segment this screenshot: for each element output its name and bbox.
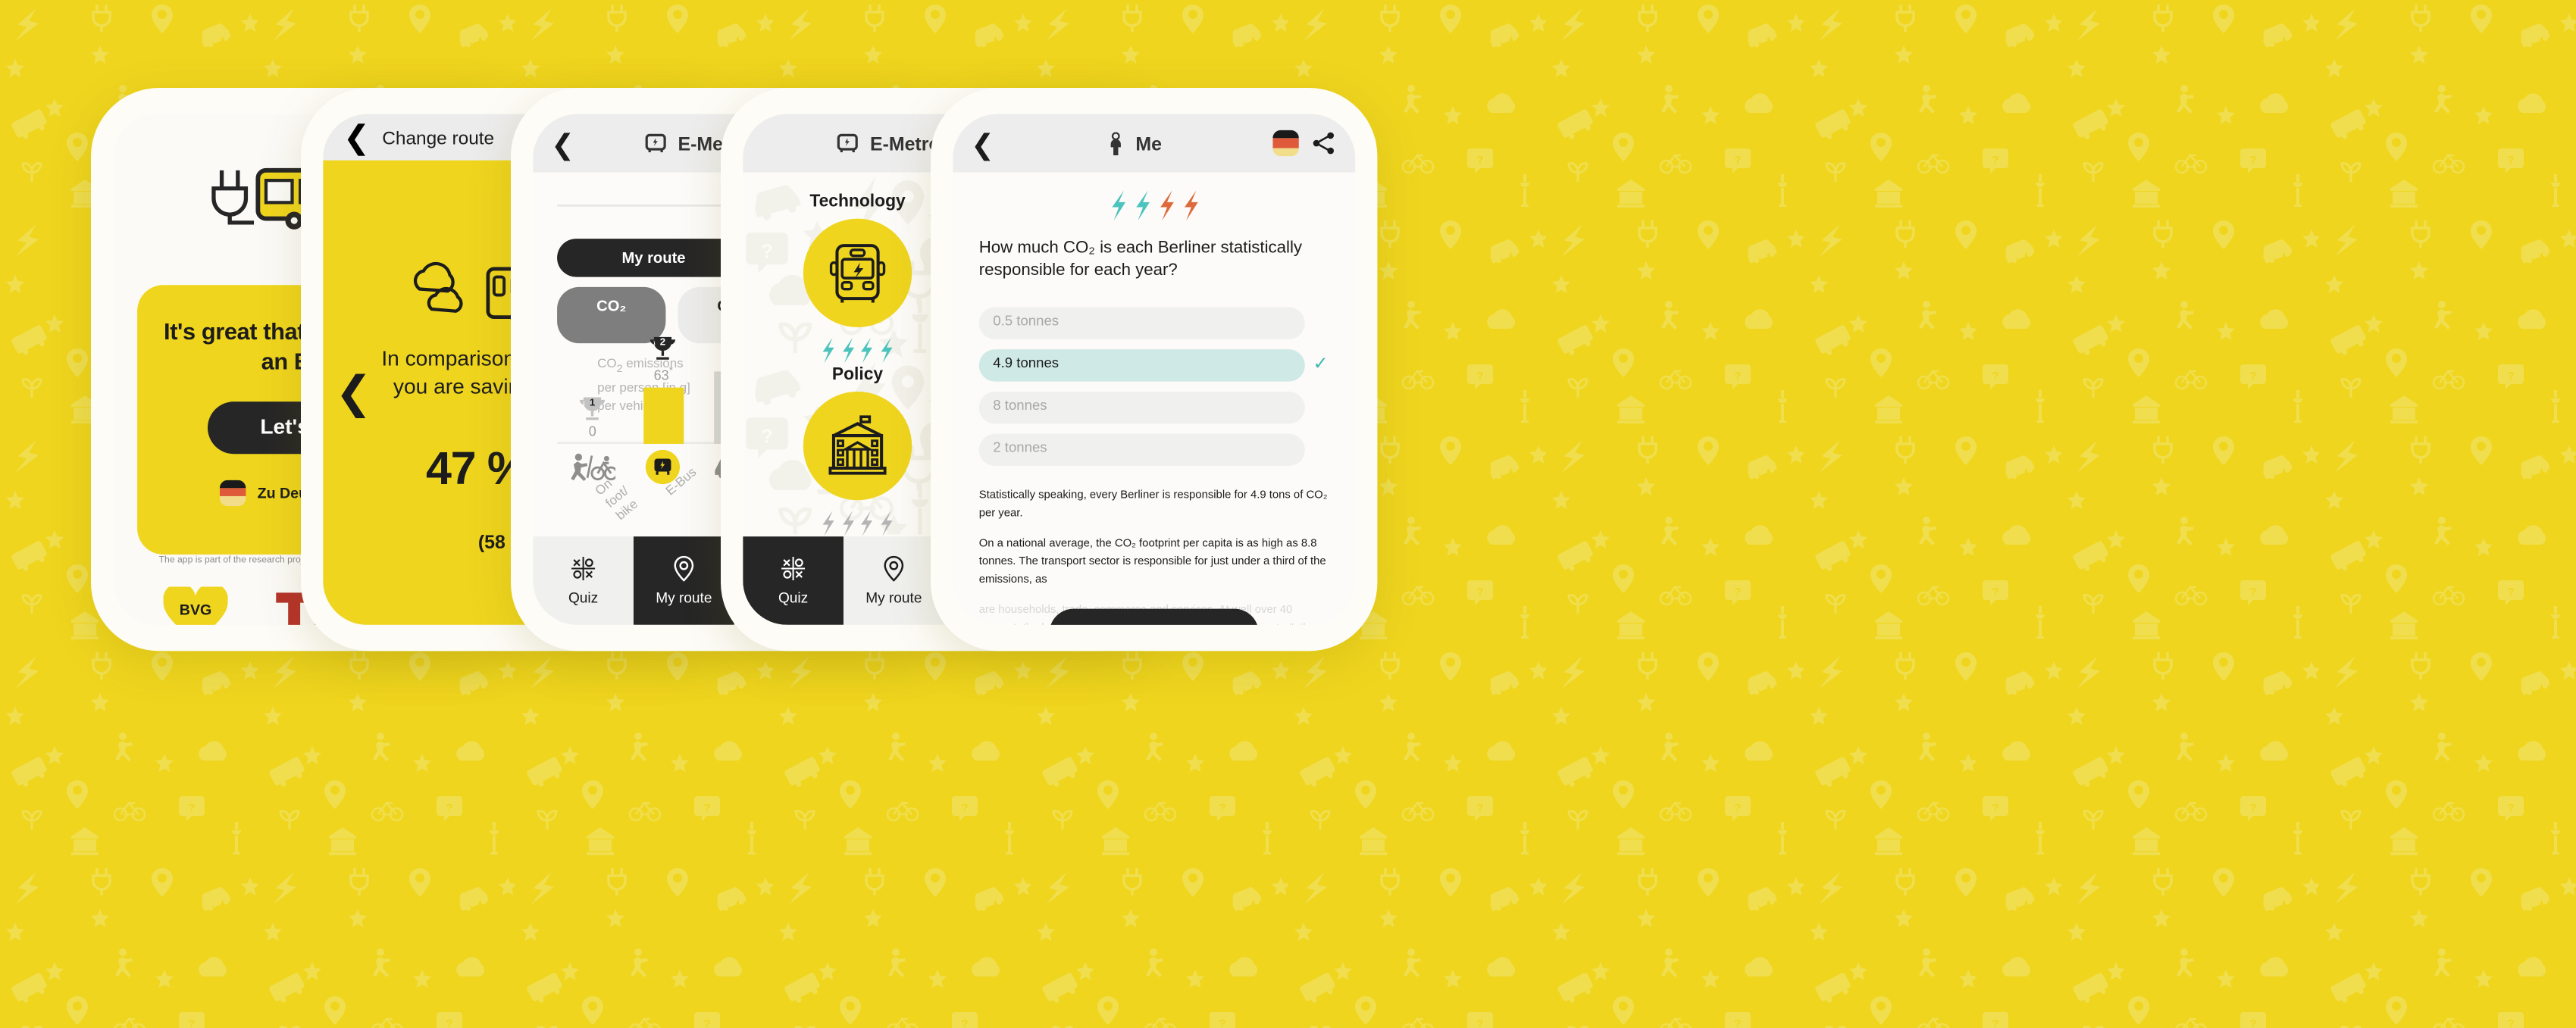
e-bus-icon — [645, 133, 666, 152]
bolt-filled-teal — [823, 337, 835, 364]
bolt-filled-orange — [1159, 190, 1173, 221]
chevron-left-icon[interactable]: ❮ — [971, 129, 994, 157]
svg-text:1: 1 — [590, 396, 596, 408]
quiz-category-policy[interactable]: Policy — [771, 364, 944, 536]
share-icon[interactable] — [1311, 130, 1338, 157]
german-flag-icon[interactable] — [1272, 130, 1299, 157]
nav-label: My route — [865, 589, 922, 607]
answer-option[interactable]: 0.5 tonnes — [978, 306, 1305, 339]
bolt-filled-grey — [861, 511, 873, 536]
answer-row: 4.9 tonnes ✓ — [978, 348, 1329, 381]
nav-my-route[interactable]: My route — [844, 536, 944, 625]
appbar-title: Me — [1135, 132, 1162, 155]
bolt-filled-teal — [861, 337, 873, 364]
map-pin-icon — [674, 555, 694, 582]
map-pin-icon — [884, 555, 904, 582]
quiz-category-technology[interactable]: Technology — [771, 190, 944, 364]
nav-label: Quiz — [568, 589, 599, 607]
difficulty-bolts — [822, 337, 893, 364]
nav-label: My route — [656, 589, 712, 607]
bolt-filled-grey — [823, 511, 835, 536]
appbar-title: Change route — [382, 127, 495, 148]
appbar-me: ❮ Me — [953, 114, 1356, 173]
chevron-left-icon[interactable]: ❮ — [343, 117, 371, 157]
government-building-icon[interactable] — [803, 391, 912, 501]
logo-bvg: BVG — [163, 582, 229, 625]
bolt-filled-grey — [880, 511, 892, 536]
person-icon — [1110, 131, 1121, 155]
check-icon: ✓ — [1313, 353, 1329, 374]
answer-row: 8 tonnes — [978, 391, 1329, 423]
explanation-paragraph-1: Statistically speaking, every Berliner i… — [978, 489, 1328, 520]
answer-option[interactable]: 8 tonnes — [978, 391, 1305, 423]
nav-quiz[interactable]: Quiz — [743, 536, 844, 625]
svg-text:2: 2 — [661, 336, 666, 347]
answer-option-selected[interactable]: 4.9 tonnes — [978, 348, 1305, 381]
tic-tac-toe-icon — [571, 557, 596, 581]
answer-list: 0.5 tonnes 4.9 tonnes ✓ 8 tonnes 2 tonne… — [978, 306, 1329, 466]
e-bus-icon — [837, 133, 859, 152]
bolt-filled-teal — [1111, 190, 1125, 221]
bar-group-on-foot-bike: 1 0 — [557, 394, 628, 444]
prev-comparison-button[interactable]: ❮ — [335, 370, 372, 414]
bolt-filled-teal — [1135, 190, 1149, 221]
bolt-filled-teal — [880, 337, 892, 364]
quiz-question-text: How much CO₂ is each Berliner statistica… — [978, 236, 1303, 280]
bolt-filled-grey — [842, 511, 854, 536]
nav-my-route[interactable]: My route — [633, 536, 734, 625]
phone-quiz-question-screen: ❮ Me How much CO₂ is each Berliner stati… — [931, 88, 1378, 651]
svg-text:BVG: BVG — [180, 601, 212, 617]
bolt-filled-orange — [1183, 190, 1197, 221]
difficulty-bolts — [822, 511, 893, 537]
nav-label: Quiz — [778, 589, 809, 607]
e-bus-front-icon[interactable] — [803, 218, 912, 327]
category-label: Policy — [831, 363, 884, 384]
tic-tac-toe-icon — [781, 557, 806, 581]
bar-group-e-bus: 2 63* — [628, 333, 699, 444]
answer-option[interactable]: 2 tonnes — [978, 433, 1305, 466]
chevron-left-icon[interactable]: ❮ — [551, 129, 574, 157]
answer-row: 0.5 tonnes — [978, 306, 1329, 339]
answer-row: 2 tonnes — [978, 433, 1329, 466]
difficulty-bolts — [979, 190, 1329, 221]
explanation-paragraph-2: On a national average, the CO₂ footprint… — [978, 538, 1326, 587]
trophy-rank-1-icon: 1 — [580, 396, 606, 420]
trophy-rank-2-icon: 2 — [650, 336, 676, 360]
german-flag-icon — [219, 479, 246, 506]
quiz-explanation: Statistically speaking, every Berliner i… — [979, 488, 1329, 625]
bar-value-label: 63* — [653, 364, 673, 384]
category-label: Technology — [809, 190, 906, 211]
nav-quiz[interactable]: Quiz — [533, 536, 634, 625]
bar-value-label: 0 — [588, 426, 596, 440]
bolt-filled-teal — [842, 337, 854, 364]
next-button[interactable]: Next — [1049, 608, 1259, 625]
bar-highlighted — [643, 387, 684, 444]
